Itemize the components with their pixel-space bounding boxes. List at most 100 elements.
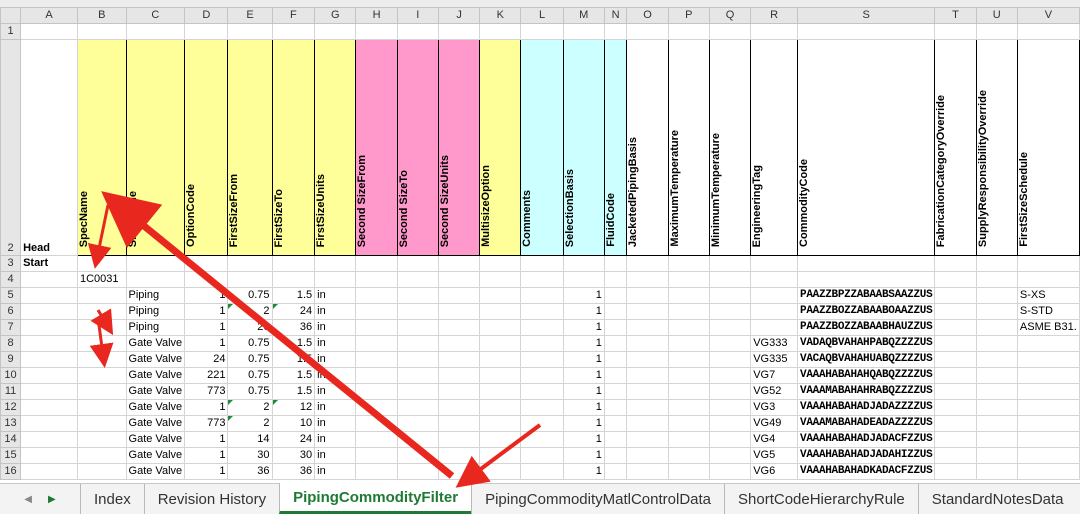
- commodity-code-cell[interactable]: VAAAHABAHADJADAHIZZUS: [797, 447, 936, 464]
- commodity-code-cell[interactable]: VAAAHABAHADJADACFZZUS: [797, 431, 936, 448]
- cell[interactable]: [437, 23, 481, 40]
- cell[interactable]: [934, 399, 977, 416]
- first-size-schedule-cell[interactable]: [1016, 431, 1080, 448]
- cell[interactable]: [626, 447, 669, 464]
- short-code-cell[interactable]: Piping: [125, 303, 186, 320]
- cell[interactable]: [20, 23, 78, 40]
- cell[interactable]: [975, 399, 1018, 416]
- cell[interactable]: [797, 255, 936, 272]
- cell[interactable]: [76, 399, 127, 416]
- column-header-I[interactable]: I: [396, 7, 439, 24]
- first-size-units-cell[interactable]: in: [314, 383, 357, 400]
- first-size-units-cell[interactable]: in: [314, 351, 357, 368]
- cell[interactable]: [934, 351, 977, 368]
- cell[interactable]: [437, 351, 481, 368]
- header-cell-M[interactable]: SelectionBasis: [562, 39, 605, 256]
- cell[interactable]: [479, 319, 522, 336]
- first-size-from-cell[interactable]: 30: [227, 447, 273, 464]
- sheet-tab-index[interactable]: Index: [80, 484, 144, 514]
- first-size-to-cell[interactable]: 30: [271, 447, 316, 464]
- cell[interactable]: [76, 335, 127, 352]
- first-size-schedule-cell[interactable]: S-XS: [1016, 287, 1080, 304]
- cell[interactable]: [227, 271, 273, 288]
- short-code-cell[interactable]: Gate Valve: [125, 399, 186, 416]
- cell[interactable]: [626, 431, 669, 448]
- cell[interactable]: [667, 399, 710, 416]
- cell[interactable]: [479, 463, 522, 480]
- cell[interactable]: [520, 287, 564, 304]
- cell[interactable]: [626, 399, 669, 416]
- cell[interactable]: [934, 431, 977, 448]
- cell[interactable]: [20, 287, 78, 304]
- first-size-units-cell[interactable]: in: [314, 303, 357, 320]
- cell[interactable]: [562, 23, 605, 40]
- option-code-cell[interactable]: 1: [184, 303, 229, 320]
- row-number[interactable]: 7: [0, 319, 22, 336]
- sheet-tab-revision-history[interactable]: Revision History: [143, 484, 279, 514]
- cell[interactable]: [975, 287, 1018, 304]
- column-header-G[interactable]: G: [314, 7, 357, 24]
- first-size-to-cell[interactable]: 36: [271, 463, 316, 480]
- cell[interactable]: [355, 383, 398, 400]
- cell[interactable]: [396, 319, 439, 336]
- first-size-to-cell[interactable]: 1.5: [271, 335, 316, 352]
- first-size-to-cell[interactable]: 36: [271, 319, 316, 336]
- cell[interactable]: [975, 319, 1018, 336]
- engineering-tag-cell[interactable]: VG52: [750, 383, 799, 400]
- cell[interactable]: [76, 463, 127, 480]
- column-header-B[interactable]: B: [76, 7, 127, 24]
- cell[interactable]: [76, 303, 127, 320]
- cell[interactable]: [626, 271, 669, 288]
- cell[interactable]: [396, 399, 439, 416]
- cell[interactable]: [355, 351, 398, 368]
- first-size-to-cell[interactable]: 1.5: [271, 383, 316, 400]
- cell[interactable]: [667, 287, 710, 304]
- first-size-to-cell[interactable]: 1.5: [271, 367, 316, 384]
- cell[interactable]: [708, 463, 752, 480]
- header-cell-O[interactable]: JacketedPipingBasis: [626, 39, 669, 256]
- column-header-T[interactable]: T: [934, 7, 977, 24]
- cell[interactable]: [934, 367, 977, 384]
- cell[interactable]: [479, 399, 522, 416]
- cell[interactable]: [603, 415, 628, 432]
- cell[interactable]: [76, 319, 127, 336]
- cell[interactable]: [520, 415, 564, 432]
- cell[interactable]: [626, 303, 669, 320]
- row-number[interactable]: 14: [0, 431, 22, 448]
- cell[interactable]: [437, 287, 481, 304]
- cell[interactable]: [1016, 23, 1080, 40]
- sheet-tab-pipingcommodityfilter[interactable]: PipingCommodityFilter: [279, 483, 472, 514]
- header-cell-V[interactable]: FirstSizeSchedule: [1016, 39, 1080, 256]
- header-cell-E[interactable]: FirstSizeFrom: [227, 39, 273, 256]
- cell[interactable]: [355, 415, 398, 432]
- spreadsheet-grid[interactable]: A B C D E F G H I J K L M N O P Q R S T U V 1 2 Head SpecName Shor…: [0, 7, 1080, 480]
- cell[interactable]: [708, 351, 752, 368]
- cell[interactable]: [479, 415, 522, 432]
- cell[interactable]: [76, 255, 127, 272]
- selection-basis-cell[interactable]: 1: [562, 367, 605, 384]
- engineering-tag-cell[interactable]: [750, 319, 799, 336]
- cell[interactable]: [934, 335, 977, 352]
- cell[interactable]: [934, 319, 977, 336]
- cell[interactable]: [626, 319, 669, 336]
- cell[interactable]: [975, 367, 1018, 384]
- select-all-corner[interactable]: [0, 7, 22, 24]
- scroll-left-icon[interactable]: ◀: [24, 494, 32, 505]
- first-size-schedule-cell[interactable]: [1016, 335, 1080, 352]
- cell[interactable]: [603, 383, 628, 400]
- cell[interactable]: [708, 431, 752, 448]
- cell[interactable]: [479, 303, 522, 320]
- row-number[interactable]: 16: [0, 463, 22, 480]
- cell[interactable]: [76, 415, 127, 432]
- cell[interactable]: [437, 431, 481, 448]
- engineering-tag-cell[interactable]: [750, 303, 799, 320]
- cell[interactable]: [520, 23, 564, 40]
- first-size-from-cell[interactable]: 2: [227, 415, 273, 432]
- first-size-units-cell[interactable]: in: [314, 415, 357, 432]
- cell[interactable]: [479, 431, 522, 448]
- cell[interactable]: [437, 463, 481, 480]
- first-size-schedule-cell[interactable]: [1016, 399, 1080, 416]
- commodity-code-cell[interactable]: PAAZZBPZZABAABSAAZZUS: [797, 287, 936, 304]
- cell[interactable]: [520, 351, 564, 368]
- short-code-cell[interactable]: Gate Valve: [125, 335, 186, 352]
